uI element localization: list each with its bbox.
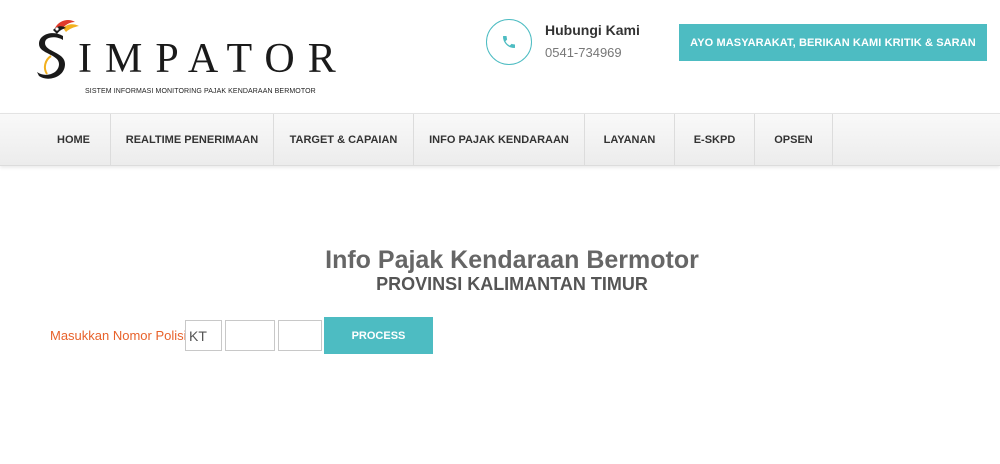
- brand-tagline: SISTEM INFORMASI MONITORING PAJAK KENDAR…: [85, 88, 316, 95]
- contact-block: Hubungi Kami 0541-734969: [486, 19, 656, 67]
- simpator-logo-icon: [37, 20, 79, 79]
- phone-icon[interactable]: [486, 19, 532, 65]
- nav-item-e-skpd[interactable]: E-SKPD: [675, 114, 755, 166]
- nav-item-realtime-penerimaan[interactable]: REALTIME PENERIMAAN: [111, 114, 274, 166]
- brand-name: IMPATOR: [78, 36, 349, 82]
- site-logo[interactable]: IMPATOR SISTEM INFORMASI MONITORING PAJA…: [33, 16, 336, 95]
- contact-phone[interactable]: 0541-734969: [545, 45, 622, 60]
- contact-title: Hubungi Kami: [545, 22, 640, 38]
- nav-item-opsen[interactable]: OPSEN: [755, 114, 833, 166]
- nav-item-home[interactable]: HOME: [37, 114, 111, 166]
- nav-item-target-capaian[interactable]: TARGET & CAPAIAN: [274, 114, 414, 166]
- nav-item-layanan[interactable]: LAYANAN: [585, 114, 675, 166]
- main-nav: HOME REALTIME PENERIMAAN TARGET & CAPAIA…: [0, 113, 1000, 166]
- plate-number-input[interactable]: [225, 320, 275, 351]
- page-subtitle: PROVINSI KALIMANTAN TIMUR: [376, 274, 648, 294]
- plate-prefix-input[interactable]: [185, 320, 222, 351]
- process-button[interactable]: PROCESS: [324, 317, 433, 354]
- site-header: IMPATOR SISTEM INFORMASI MONITORING PAJA…: [0, 0, 1000, 113]
- plate-suffix-input[interactable]: [278, 320, 322, 351]
- nav-item-info-pajak-kendaraan[interactable]: INFO PAJAK KENDARAAN: [414, 114, 585, 166]
- feedback-button[interactable]: AYO MASYARAKAT, BERIKAN KAMI KRITIK & SA…: [679, 24, 987, 61]
- page-title: Info Pajak Kendaraan Bermotor: [325, 246, 699, 274]
- plate-number-label: Masukkan Nomor Polisi: [50, 328, 187, 343]
